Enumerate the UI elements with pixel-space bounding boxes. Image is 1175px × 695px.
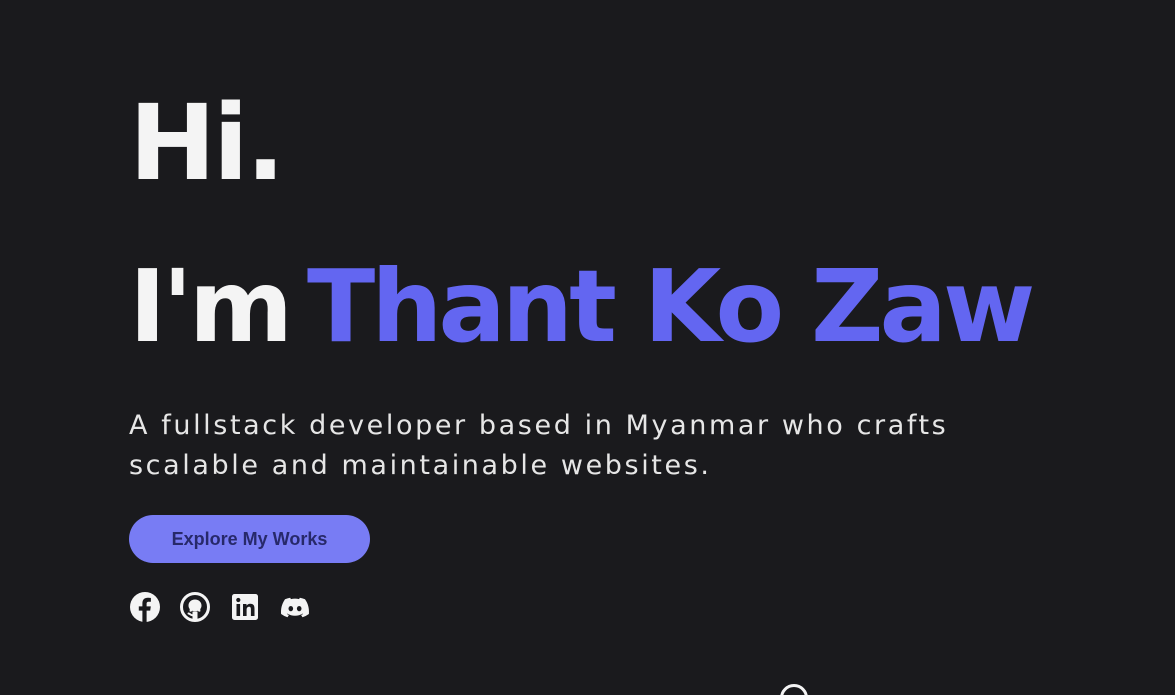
greeting-heading: Hi. [129,82,285,204]
facebook-link[interactable] [129,591,161,623]
intro-heading: I'm Thant Ko Zaw [129,242,1035,372]
intro-prefix: I'm [129,248,293,365]
explore-works-button[interactable]: Explore My Works [129,515,370,563]
scroll-indicator-icon[interactable] [780,684,808,695]
facebook-icon [130,592,160,622]
linkedin-link[interactable] [229,591,261,623]
tagline: A fullstack developer based in Myanmar w… [129,410,949,481]
developer-name: Thant Ko Zaw [307,248,1035,365]
discord-icon [281,597,309,618]
discord-link[interactable] [279,591,311,623]
github-icon [180,592,210,622]
social-links [129,591,311,623]
github-link[interactable] [179,591,211,623]
linkedin-icon [232,594,258,620]
